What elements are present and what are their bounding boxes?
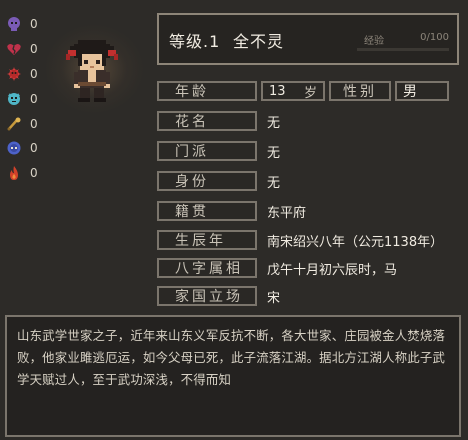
row-value: 无 <box>267 175 281 191</box>
stat-blue-face: 0 <box>6 136 46 161</box>
info-row-hometown: 籍贯 东平府 <box>157 201 306 221</box>
character-name: 全不灵 <box>233 32 285 51</box>
info-row-sect: 门派 无 <box>157 141 280 161</box>
row-label: 生辰年 <box>157 230 257 250</box>
age-value: 13 <box>269 83 286 99</box>
row-value: 宋 <box>267 290 281 306</box>
row-label: 八字属相 <box>157 258 257 278</box>
red-spiky-ball-icon <box>6 66 22 82</box>
row-label: 家国立场 <box>157 286 257 306</box>
info-row-allegiance: 家国立场 宋 <box>157 286 280 306</box>
row-value: 南宋绍兴八年（公元1138年） <box>267 234 444 250</box>
age-sex-row: 年龄 13 岁 性别 男 <box>157 81 449 101</box>
stat-cyan-spirit: 0 <box>6 86 46 111</box>
info-row-identity: 身份 无 <box>157 171 280 191</box>
age-label: 年龄 <box>157 81 257 101</box>
stat-purple-skull: 0 <box>6 12 46 37</box>
character-portrait <box>44 24 144 114</box>
character-panel: 0 0 0 0 0 0 0 等级.1 全不灵 经验 0/100 年龄 13 岁 … <box>0 0 468 440</box>
stat-value: 0 <box>30 42 38 57</box>
info-row-bazi-zodiac: 八字属相 戊午十月初六辰时，马 <box>157 258 397 278</box>
level-name-header: 等级.1 全不灵 经验 0/100 <box>157 13 459 65</box>
stat-red-spiky-ball: 0 <box>6 62 46 87</box>
stat-value: 0 <box>30 141 38 156</box>
blue-face-icon <box>6 140 22 156</box>
xp-value: 0/100 <box>420 32 449 43</box>
row-value: 戊午十月初六辰时，马 <box>267 262 398 278</box>
info-row-nickname: 花名 无 <box>157 111 280 131</box>
stat-flame: 0 <box>6 161 46 186</box>
status-stats: 0 0 0 0 0 0 0 <box>6 12 46 186</box>
row-label: 身份 <box>157 171 257 191</box>
xp-label: 经验 <box>364 36 384 47</box>
row-label: 花名 <box>157 111 257 131</box>
level-text: 等级.1 <box>169 32 221 51</box>
stat-broken-heart: 0 <box>6 37 46 62</box>
row-value: 无 <box>267 115 281 131</box>
stat-value: 0 <box>30 17 38 32</box>
stat-value: 0 <box>30 166 38 181</box>
row-label: 籍贯 <box>157 201 257 221</box>
flame-icon <box>6 165 22 181</box>
stat-value: 0 <box>30 116 38 131</box>
biography-box: 山东武学世家之子，近年来山东义军反抗不断，各大世家、庄园被金人焚烧落败，他家业雎… <box>5 315 461 437</box>
row-label: 门派 <box>157 141 257 161</box>
age-unit: 岁 <box>303 85 317 101</box>
xp-bar <box>357 48 449 51</box>
info-row-birth-year: 生辰年 南宋绍兴八年（公元1138年） <box>157 230 443 250</box>
character-sprite <box>66 40 118 102</box>
row-value: 无 <box>267 145 281 161</box>
stat-value: 0 <box>30 91 38 106</box>
purple-skull-icon <box>6 16 22 32</box>
age-value-box: 13 岁 <box>261 81 325 101</box>
golden-scroll-icon <box>6 116 22 132</box>
stat-golden-scroll: 0 <box>6 111 46 136</box>
cyan-spirit-icon <box>6 91 22 107</box>
stat-value: 0 <box>30 66 38 81</box>
row-value: 东平府 <box>267 205 307 221</box>
biography-text: 山东武学世家之子，近年来山东义军反抗不断，各大世家、庄园被金人焚烧落败，他家业雎… <box>17 328 446 387</box>
sex-label: 性别 <box>329 81 391 101</box>
broken-heart-icon <box>6 41 22 57</box>
sex-value: 男 <box>395 81 449 101</box>
